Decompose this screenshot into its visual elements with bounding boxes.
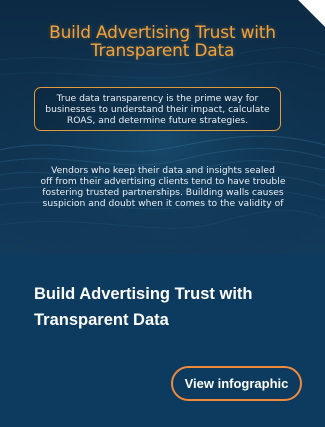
body-line: off from their advertising clients tend …: [40, 176, 286, 187]
card-title: Build Advertising Trust with Transparent…: [34, 281, 314, 333]
body-line: fostering trusted partnerships. Building…: [42, 187, 284, 198]
body-line: Vendors who keep their data and insights…: [51, 165, 275, 176]
thumbnail-callout: True data transparency is the prime way …: [34, 87, 281, 131]
card-title-line: Transparent Data: [34, 311, 169, 329]
card-title-line: Build Advertising Trust with: [34, 285, 253, 303]
resource-card[interactable]: Build Advertising Trust with Transparent…: [0, 0, 325, 427]
thumbnail-title: Build Advertising Trust with Transparent…: [0, 24, 325, 60]
callout-line: businesses to understand their impact, c…: [45, 104, 270, 115]
infographic-thumbnail[interactable]: Build Advertising Trust with Transparent…: [0, 0, 325, 255]
callout-line: True data transparency is the prime way …: [56, 93, 259, 104]
view-infographic-button[interactable]: View infographic: [171, 366, 302, 401]
thumbnail-title-line: Transparent Data: [90, 41, 235, 61]
thumbnail-body-text: Vendors who keep their data and insights…: [16, 165, 310, 209]
thumbnail-title-line: Build Advertising Trust with: [49, 23, 276, 43]
callout-line: ROAS, and determine future strategies.: [66, 115, 249, 126]
body-line: suspicion and doubt when it comes to the…: [42, 198, 284, 209]
